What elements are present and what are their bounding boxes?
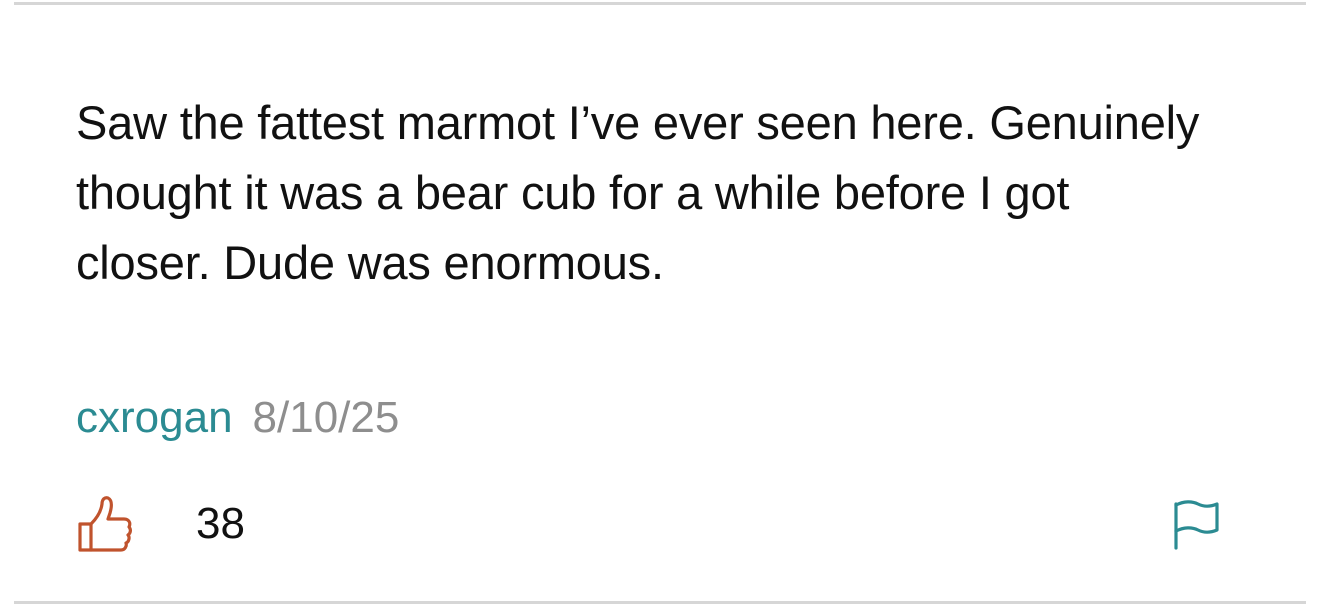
bottom-divider [14, 601, 1306, 604]
top-divider [14, 2, 1306, 5]
like-count: 38 [196, 499, 245, 548]
author-link[interactable]: cxrogan [76, 393, 233, 442]
report-button[interactable] [1170, 498, 1226, 554]
comment-date: 8/10/25 [252, 393, 400, 442]
like-button[interactable] [76, 494, 136, 554]
comment-text: Saw the fattest marmot I’ve ever seen he… [76, 96, 1200, 289]
flag-icon [1174, 500, 1219, 550]
comment-actions: 38 [76, 494, 1236, 556]
comment-meta: cxrogan 8/10/25 [76, 388, 399, 448]
thumbs-up-icon [78, 496, 132, 552]
